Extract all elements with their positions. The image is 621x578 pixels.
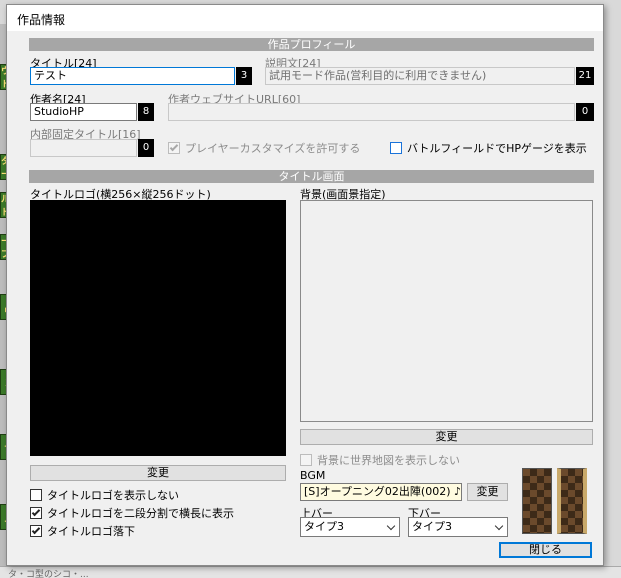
top-bar-selected-value: タイプ3	[304, 520, 344, 533]
checkbox-box	[30, 525, 42, 537]
description-char-count: 21	[576, 67, 594, 85]
description-input[interactable]: 試用モード作品(営利目的に利用できません)	[265, 67, 575, 85]
battle-hp-gauge-checkbox[interactable]: バトルフィールドでHPゲージを表示	[390, 140, 587, 156]
checkbox-box	[30, 507, 42, 519]
website-char-count: 0	[576, 103, 594, 121]
checkbox-box	[30, 489, 42, 501]
bgm-input[interactable]: [S]オープニング02出陣(002) ♪9	[300, 483, 462, 501]
internal-title-char-count: 0	[138, 139, 154, 157]
drop-title-logo-checkbox[interactable]: タイトルロゴ落下	[30, 523, 135, 539]
work-info-dialog: 作品情報 作品プロフィール タイトル[24] テスト 3 説明文[24] 試用モ…	[6, 4, 604, 566]
checkbox-label: バトルフィールドでHPゲージを表示	[407, 142, 587, 155]
allow-player-customize-checkbox[interactable]: プレイヤーカスタマイズを許可する	[168, 140, 360, 156]
bgm-label: BGM	[300, 469, 326, 482]
close-button[interactable]: 閉じる	[499, 542, 592, 558]
checkbox-label: 背景に世界地図を表示しない	[317, 454, 460, 467]
split-title-logo-checkbox[interactable]: タイトルロゴを二段分割で横長に表示	[30, 505, 234, 521]
chevron-down-icon	[494, 521, 504, 531]
chevron-down-icon	[386, 521, 396, 531]
title-logo-preview	[30, 200, 286, 456]
checkbox-box	[300, 454, 312, 466]
hide-world-map-checkbox[interactable]: 背景に世界地図を表示しない	[300, 452, 460, 468]
checkbox-label: タイトルロゴを二段分割で横長に表示	[47, 507, 234, 520]
checkbox-label: タイトルロゴ落下	[47, 525, 135, 538]
dialog-title: 作品情報	[17, 13, 66, 27]
checkbox-box	[168, 142, 180, 154]
dialog-titlebar[interactable]: 作品情報	[7, 5, 603, 31]
title-logo-change-button[interactable]: 変更	[30, 465, 286, 481]
profile-section-header: 作品プロフィール	[29, 38, 594, 51]
internal-title-input[interactable]	[30, 139, 137, 157]
top-bar-select[interactable]: タイプ3	[300, 517, 400, 537]
top-bar-preview	[522, 468, 552, 534]
bgm-change-button[interactable]: 変更	[467, 483, 508, 501]
bottom-bar-preview	[557, 468, 587, 534]
bottom-bar-select[interactable]: タイプ3	[408, 517, 508, 537]
background-change-button[interactable]: 変更	[300, 429, 593, 445]
hide-title-logo-checkbox[interactable]: タイトルロゴを表示しない	[30, 487, 179, 503]
website-input[interactable]	[168, 103, 575, 121]
title-input[interactable]: テスト	[30, 67, 235, 85]
title-char-count: 3	[236, 67, 252, 85]
background-preview	[300, 200, 593, 422]
checkbox-label: タイトルロゴを表示しない	[47, 489, 179, 502]
title-screen-section-header: タイトル画面	[29, 170, 594, 183]
author-input[interactable]: StudioHP	[30, 103, 137, 121]
background-status-text: タ・コ型のシコ・...	[0, 566, 621, 578]
checkbox-label: プレイヤーカスタマイズを許可する	[185, 142, 361, 155]
checkbox-box	[390, 142, 402, 154]
author-char-count: 8	[138, 103, 154, 121]
bottom-bar-selected-value: タイプ3	[412, 520, 452, 533]
